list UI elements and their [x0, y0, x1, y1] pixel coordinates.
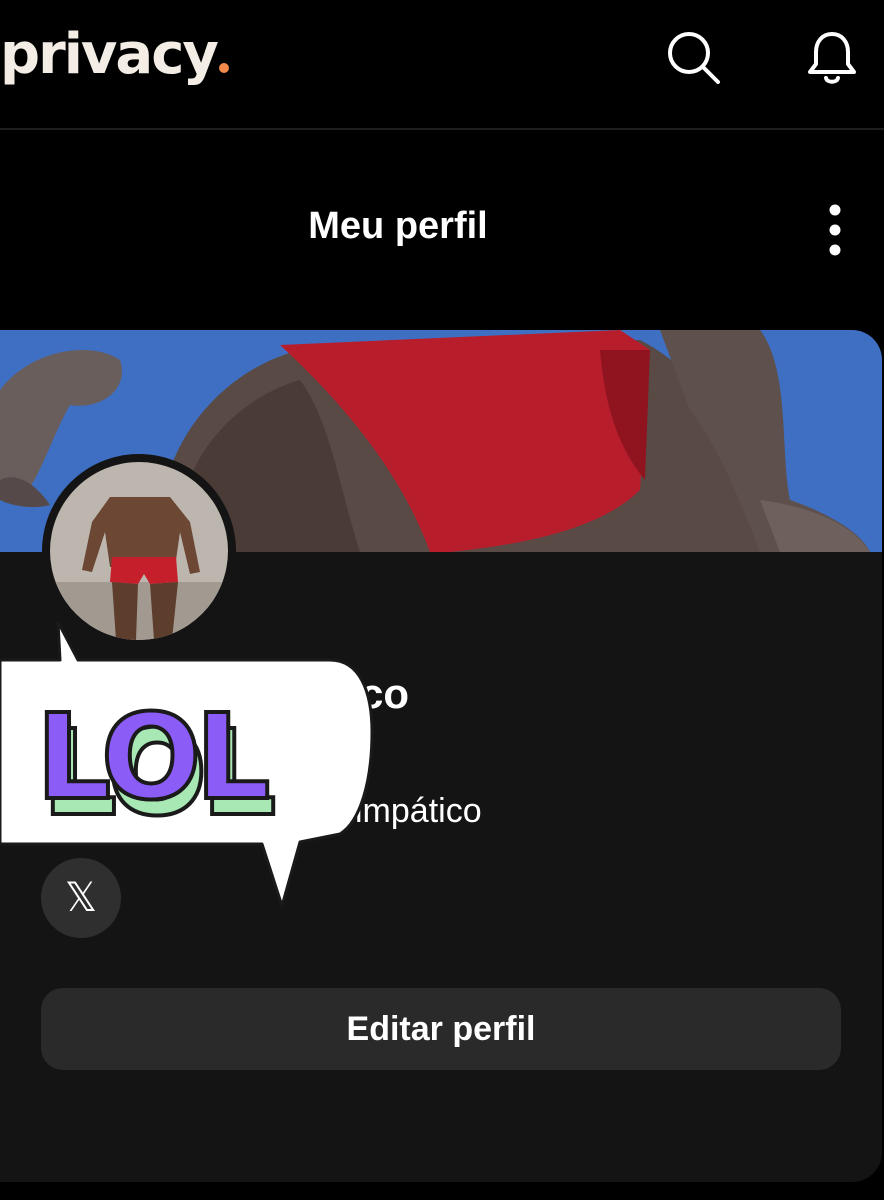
top-bar: privacy	[0, 0, 884, 130]
profile-avatar[interactable]	[42, 454, 236, 648]
logo-text: privacy	[0, 22, 219, 87]
search-icon[interactable]	[664, 28, 724, 88]
privacy-logo[interactable]: privacy	[0, 22, 229, 87]
avatar-image	[50, 462, 228, 640]
bell-icon[interactable]	[802, 28, 862, 88]
edit-profile-button[interactable]: Editar perfil	[41, 988, 841, 1070]
lol-sticker: LOL LOL	[0, 622, 374, 908]
kebab-menu-icon[interactable]	[818, 200, 852, 260]
logo-dot	[218, 63, 229, 73]
sticker-text: LOL	[36, 688, 267, 826]
profile-title-row: Meu perfil	[0, 195, 884, 265]
page-title: Meu perfil	[308, 205, 488, 247]
